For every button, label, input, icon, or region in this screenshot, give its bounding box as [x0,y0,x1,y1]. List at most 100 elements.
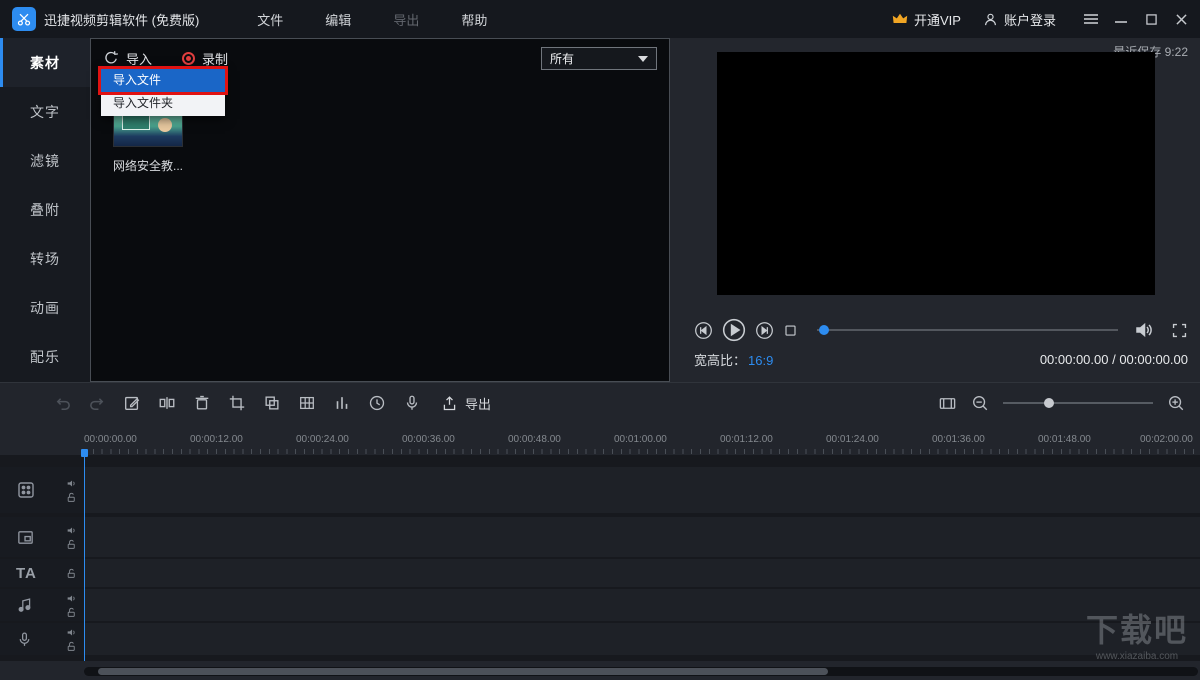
main-area: 素材 文字 滤镜 叠附 转场 动画 配乐 导入 录 [0,38,1200,382]
undo-button[interactable] [52,393,72,413]
app-logo-icon [12,7,36,31]
watermark-title: 下载吧 [1086,605,1188,651]
timeline-section: 导出 [0,382,1200,680]
export-icon [441,395,458,412]
maximize-button[interactable] [1144,12,1158,26]
audio-levels-button[interactable] [332,393,352,413]
sidebar: 素材 文字 滤镜 叠附 转场 动画 配乐 [0,38,90,382]
menu-export[interactable]: 导出 [393,10,419,29]
preview-info-row: 宽高比：16:9 00:00:00.00 / 00:00:00.00 [694,349,1188,369]
previous-frame-button[interactable] [694,321,713,340]
mute-track-icon[interactable] [66,593,77,604]
playhead-line [84,453,85,661]
ruler-label: 00:02:00.00 [1140,434,1193,445]
timeline-zoom-slider[interactable] [1003,397,1153,409]
video-track-header[interactable] [0,467,84,513]
timeline-zoom-knob[interactable] [1044,398,1054,408]
record-button[interactable]: 录制 [182,49,228,68]
scrollbar-thumb[interactable] [98,668,828,675]
ruler-label: 00:01:12.00 [720,434,773,445]
menu-item-import-folder[interactable]: 导入文件夹 [101,92,225,115]
ruler-label: 00:00:48.00 [508,434,561,445]
app-window: 迅捷视频剪辑软件 (免费版) 文件 编辑 导出 帮助 开通VIP [0,0,1200,680]
split-button[interactable] [157,393,177,413]
sidebar-item-text[interactable]: 文字 [0,87,90,136]
app-title: 迅捷视频剪辑软件 (免费版) [44,10,199,29]
video-track[interactable] [0,467,1200,513]
close-button[interactable] [1174,12,1188,26]
music-track-header[interactable] [0,589,84,621]
timeline-export-button[interactable]: 导出 [441,394,491,413]
import-dropdown-menu: 导入文件 导入文件夹 [101,68,225,116]
duration-button[interactable] [367,393,387,413]
play-button[interactable] [722,318,746,342]
lock-track-icon[interactable] [66,607,77,618]
vip-button[interactable]: 开通VIP [892,10,961,29]
lock-track-icon[interactable] [66,568,77,579]
mute-track-icon[interactable] [66,525,77,536]
zoom-in-icon[interactable] [1166,393,1186,413]
playback-controls [694,315,1188,345]
seek-slider[interactable] [817,323,1118,337]
music-track[interactable] [0,589,1200,621]
media-filter-dropdown[interactable]: 所有 [541,47,657,70]
music-track-icon [16,597,33,614]
redo-button[interactable] [87,393,107,413]
clip-name: 网络安全教... [113,157,187,174]
ruler-label: 00:01:00.00 [614,434,667,445]
edit-button[interactable] [122,393,142,413]
timeline-ruler[interactable]: 00:00:00.00 00:00:12.00 00:00:24.00 00:0… [0,429,1200,455]
fullscreen-icon[interactable] [1171,322,1188,339]
menu-item-import-file[interactable]: 导入文件 [101,69,225,92]
sidebar-item-animation[interactable]: 动画 [0,283,90,332]
user-icon [983,12,998,27]
menu-edit[interactable]: 编辑 [325,10,351,29]
delete-button[interactable] [192,393,212,413]
voice-track[interactable] [0,623,1200,655]
titlebar-right: 开通VIP 账户登录 [892,10,1188,29]
text-track-header[interactable]: TA [0,559,84,587]
duplicate-button[interactable] [262,393,282,413]
menu-help[interactable]: 帮助 [461,10,487,29]
ruler-label: 00:00:12.00 [190,434,243,445]
seek-slider-knob[interactable] [819,325,829,335]
mute-track-icon[interactable] [66,478,77,489]
mute-track-icon[interactable] [66,627,77,638]
menubar: 文件 编辑 导出 帮助 [257,10,487,29]
voice-track-header[interactable] [0,623,84,655]
import-button[interactable]: 导入 [103,49,152,68]
lock-track-icon[interactable] [66,539,77,550]
video-preview-screen [717,52,1155,295]
import-label: 导入 [126,49,152,68]
lock-track-icon[interactable] [66,492,77,503]
minimize-button[interactable] [1114,12,1128,26]
timecode-display: 00:00:00.00 / 00:00:00.00 [1040,352,1188,367]
mosaic-button[interactable] [297,393,317,413]
crop-button[interactable] [227,393,247,413]
menu-file[interactable]: 文件 [257,10,283,29]
next-frame-button[interactable] [755,321,774,340]
aspect-ratio-value[interactable]: 16:9 [748,353,773,368]
pip-track-header[interactable] [0,517,84,557]
window-controls [1084,12,1188,26]
sidebar-item-material[interactable]: 素材 [0,38,90,87]
lock-track-icon[interactable] [66,641,77,652]
zoom-out-icon[interactable] [970,393,990,413]
hamburger-menu-icon[interactable] [1084,12,1098,26]
pip-track-icon [16,528,35,547]
sidebar-item-filter[interactable]: 滤镜 [0,136,90,185]
sidebar-item-music[interactable]: 配乐 [0,332,90,381]
stop-button[interactable] [783,323,798,338]
preview-panel: 最近保存 9:22 [670,38,1200,382]
sidebar-item-overlay[interactable]: 叠附 [0,185,90,234]
volume-icon[interactable] [1134,320,1154,340]
login-button[interactable]: 账户登录 [983,10,1056,29]
media-panel: 导入 录制 所有 网络安全教... 导入文件 导入文件夹 [90,38,670,382]
voiceover-mic-button[interactable] [402,393,422,413]
track-manage-icon[interactable] [937,393,957,413]
timeline-horizontal-scrollbar[interactable] [84,667,1198,676]
crown-icon [892,12,908,26]
pip-track[interactable] [0,517,1200,557]
text-track[interactable]: TA [0,559,1200,587]
sidebar-item-transition[interactable]: 转场 [0,234,90,283]
